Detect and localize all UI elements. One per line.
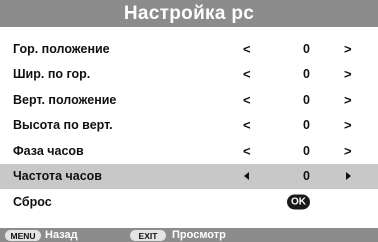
decrease-triangle-icon[interactable] [244, 172, 249, 181]
row-value: 0 [303, 92, 310, 107]
row-label: Фаза часов [13, 143, 84, 158]
title-bar: Настройка pc [0, 0, 378, 27]
decrease-arrow-icon[interactable]: < [243, 41, 251, 56]
exit-key-badge[interactable]: EXIT [130, 230, 166, 241]
decrease-arrow-icon[interactable]: < [243, 143, 251, 158]
view-hint: Просмотр [172, 229, 226, 241]
row-clock-frequency[interactable]: Частота часов 0 [0, 163, 378, 189]
decrease-arrow-icon[interactable]: < [243, 118, 251, 133]
row-value: 0 [303, 143, 310, 158]
increase-arrow-icon[interactable]: > [344, 143, 352, 158]
back-hint: Назад [45, 229, 78, 241]
row-label: Высота по верт. [13, 118, 113, 133]
decrease-arrow-icon[interactable]: < [243, 67, 251, 82]
increase-arrow-icon[interactable]: > [344, 92, 352, 107]
row-label: Верт. положение [13, 92, 117, 107]
row-value: 0 [303, 169, 310, 184]
row-label: Гор. положение [13, 41, 110, 56]
menu-title: Настройка pc [123, 2, 255, 24]
row-label: Сброс [13, 194, 52, 209]
increase-triangle-icon[interactable] [346, 172, 351, 181]
row-value: 0 [303, 118, 310, 133]
menu-key-badge[interactable]: MENU [5, 230, 41, 241]
decrease-arrow-icon[interactable]: < [243, 92, 251, 107]
row-clock-phase[interactable]: Фаза часов < 0 > [0, 138, 378, 164]
settings-menu: Гор. положение < 0 > Шир. по гор. < 0 > … [0, 36, 378, 215]
footer-bar: MENU Назад EXIT Просмотр [0, 228, 378, 242]
row-reset[interactable]: Сброс OK [0, 189, 378, 215]
row-vertical-height[interactable]: Высота по верт. < 0 > [0, 113, 378, 139]
row-value: 0 [303, 67, 310, 82]
row-vertical-position[interactable]: Верт. положение < 0 > [0, 87, 378, 113]
row-value: 0 [303, 41, 310, 56]
ok-button-icon[interactable]: OK [287, 194, 310, 210]
increase-arrow-icon[interactable]: > [344, 118, 352, 133]
row-label: Шир. по гор. [13, 67, 91, 82]
increase-arrow-icon[interactable]: > [344, 41, 352, 56]
row-label: Частота часов [13, 169, 102, 184]
increase-arrow-icon[interactable]: > [344, 67, 352, 82]
row-horizontal-position[interactable]: Гор. положение < 0 > [0, 36, 378, 62]
row-horizontal-width[interactable]: Шир. по гор. < 0 > [0, 62, 378, 88]
